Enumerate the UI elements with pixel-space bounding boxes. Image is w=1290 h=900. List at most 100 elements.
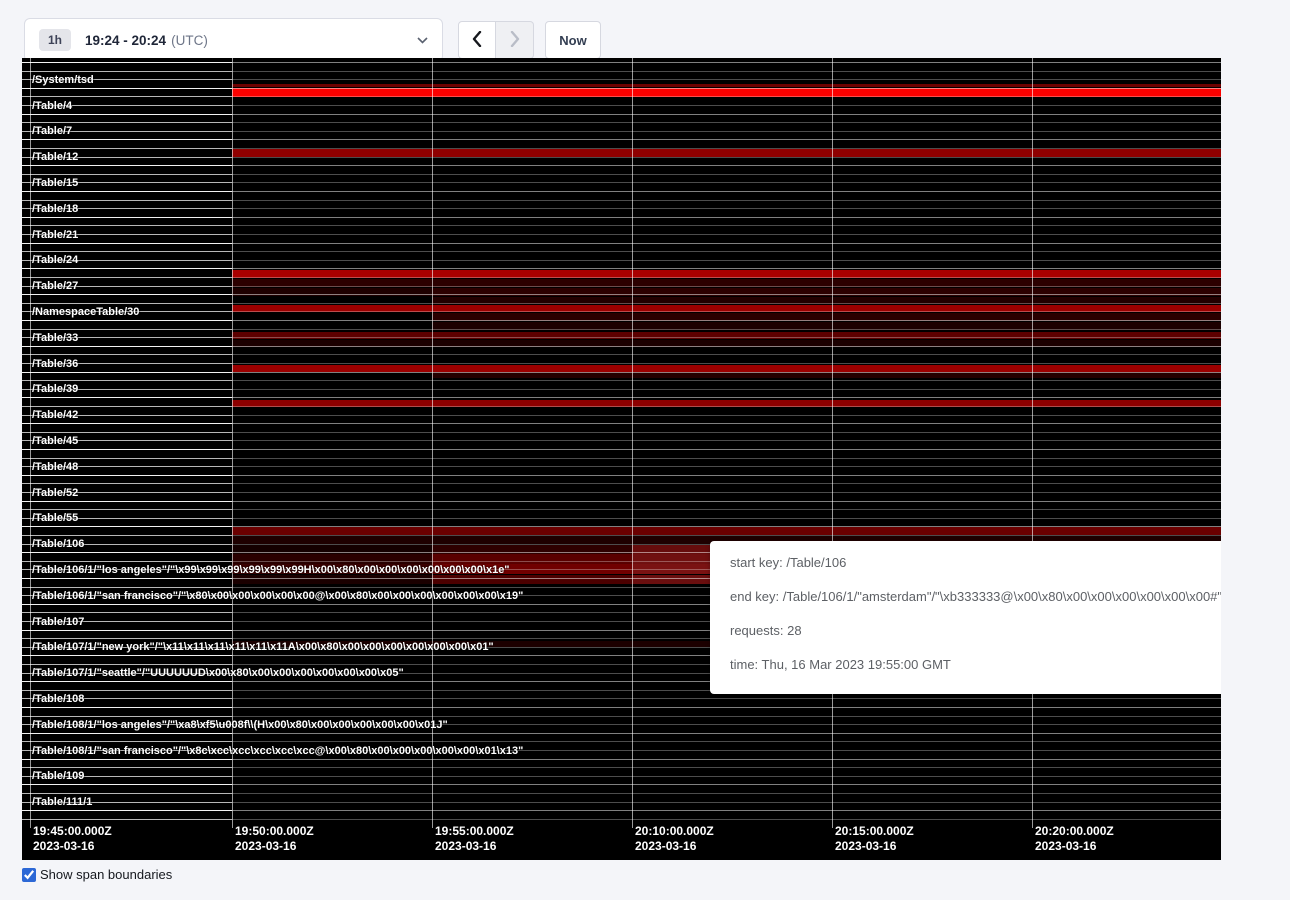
span-boundary-line [22, 406, 1221, 407]
tooltip-time: time: Thu, 16 Mar 2023 19:55:00 GMT [730, 657, 1221, 672]
show-span-boundaries-checkbox[interactable] [22, 868, 36, 882]
span-boundary-line [22, 62, 1221, 63]
time-range-timezone: (UTC) [171, 33, 208, 48]
time-gridline [632, 58, 633, 828]
key-visualizer-heatmap[interactable]: /System/tsd/Table/4/Table/7/Table/12/Tab… [22, 58, 1221, 860]
chevron-down-icon [417, 37, 428, 44]
show-span-boundaries-label: Show span boundaries [40, 867, 172, 882]
span-boundary-line [22, 165, 1221, 166]
span-boundary-line [22, 131, 1221, 132]
span-boundary-line [22, 707, 1221, 708]
time-gridline [832, 58, 833, 828]
heatmap-band [232, 88, 1221, 97]
row-label: /Table/108/1/"san francisco"/"\x8c\xcc\x… [32, 744, 523, 758]
time-gridline [1032, 58, 1033, 828]
span-boundary-line [22, 88, 1221, 89]
span-boundary-line [22, 208, 1221, 209]
heatmap-band [432, 372, 1221, 378]
span-boundary-line [22, 372, 1221, 373]
span-boundary-line [22, 268, 1221, 269]
span-boundary-line [22, 294, 1221, 295]
chevron-left-icon [472, 31, 482, 50]
x-axis-tick-label: 20:15:00.000Z2023-03-16 [835, 824, 914, 854]
span-boundary-line [22, 225, 1221, 226]
previous-interval-button[interactable] [458, 21, 496, 59]
span-boundary-line [22, 243, 1221, 244]
time-range-select[interactable]: 1h 19:24 - 20:24 (UTC) [24, 18, 443, 62]
tooltip-requests: requests: 28 [730, 623, 1221, 638]
span-boundary-line [22, 277, 1221, 278]
span-boundary-line [22, 157, 1221, 158]
span-boundary-line [22, 251, 1221, 252]
span-boundary-line [22, 105, 1221, 106]
row-label: /Table/42 [32, 408, 78, 422]
span-boundary-line [22, 354, 1221, 355]
span-boundary-line [22, 526, 1221, 527]
heatmap-band [232, 149, 1221, 157]
span-boundary-line [22, 329, 1221, 330]
span-boundary-line [22, 776, 1221, 777]
row-label: /Table/108/1/"los angeles"/"\xa8\xf5\u00… [32, 718, 448, 732]
span-boundary-line [22, 363, 1221, 364]
row-label: /Table/4 [32, 99, 72, 113]
row-label: /Table/39 [32, 382, 78, 396]
row-label: /Table/52 [32, 486, 78, 500]
span-boundary-line [22, 234, 1221, 235]
time-range-label: 19:24 - 20:24 [85, 33, 166, 48]
span-boundary-line [22, 733, 1221, 734]
row-label: /Table/21 [32, 228, 78, 242]
row-label: /Table/111/1 [32, 795, 92, 809]
heatmap-band [232, 365, 1221, 372]
row-label: /Table/7 [32, 124, 72, 138]
span-boundary-line [22, 819, 1221, 820]
row-label: /Table/48 [32, 460, 78, 474]
row-label: /NamespaceTable/30 [32, 305, 139, 319]
span-boundary-line [22, 802, 1221, 803]
row-label: /Table/36 [32, 357, 78, 371]
span-boundary-line [22, 286, 1221, 287]
row-label: /Table/45 [32, 434, 78, 448]
span-boundary-line [22, 200, 1221, 201]
row-label: /Table/27 [32, 279, 78, 293]
span-boundary-line [22, 337, 1221, 338]
span-boundary-line [22, 716, 1221, 717]
span-boundary-line [22, 483, 1221, 484]
chevron-right-icon [510, 31, 520, 50]
span-boundary-line [22, 698, 1221, 699]
span-tooltip: start key: /Table/106 end key: /Table/10… [710, 541, 1221, 694]
row-label: /Table/55 [32, 511, 78, 525]
span-boundary-line [22, 397, 1221, 398]
row-label: /Table/109 [32, 769, 84, 783]
span-boundary-line [22, 432, 1221, 433]
x-axis-tick-label: 19:45:00.000Z2023-03-16 [33, 824, 112, 854]
span-boundary-line [22, 96, 1221, 97]
span-boundary-line [22, 311, 1221, 312]
row-label: /Table/33 [32, 331, 78, 345]
footer-controls: Show span boundaries [22, 867, 172, 882]
tooltip-end-key: end key: /Table/106/1/"amsterdam"/"\xb33… [730, 589, 1221, 604]
row-label: /Table/108 [32, 692, 84, 706]
span-boundary-line [22, 217, 1221, 218]
span-boundary-line [22, 759, 1221, 760]
row-label: /Table/106 [32, 537, 84, 551]
span-boundary-line [22, 389, 1221, 390]
tooltip-start-key: start key: /Table/106 [730, 555, 1221, 570]
row-label: /Table/12 [32, 150, 78, 164]
span-boundary-line [22, 122, 1221, 123]
row-label: /Table/24 [32, 253, 78, 267]
span-boundary-line [22, 71, 1221, 72]
span-boundary-line [22, 303, 1221, 304]
span-boundary-line [22, 346, 1221, 347]
span-boundary-line [22, 741, 1221, 742]
next-interval-button[interactable] [496, 21, 534, 59]
time-gridline [432, 58, 433, 828]
now-button[interactable]: Now [545, 21, 601, 59]
span-boundary-line [22, 793, 1221, 794]
span-boundary-line [22, 260, 1221, 261]
row-label: /Table/106/1/"los angeles"/"\x99\x99\x99… [32, 563, 510, 577]
time-nav-group [458, 21, 534, 59]
time-gridline [232, 58, 233, 828]
span-boundary-line [22, 182, 1221, 183]
span-boundary-line [22, 320, 1221, 321]
x-axis-tick-label: 19:55:00.000Z2023-03-16 [435, 824, 514, 854]
